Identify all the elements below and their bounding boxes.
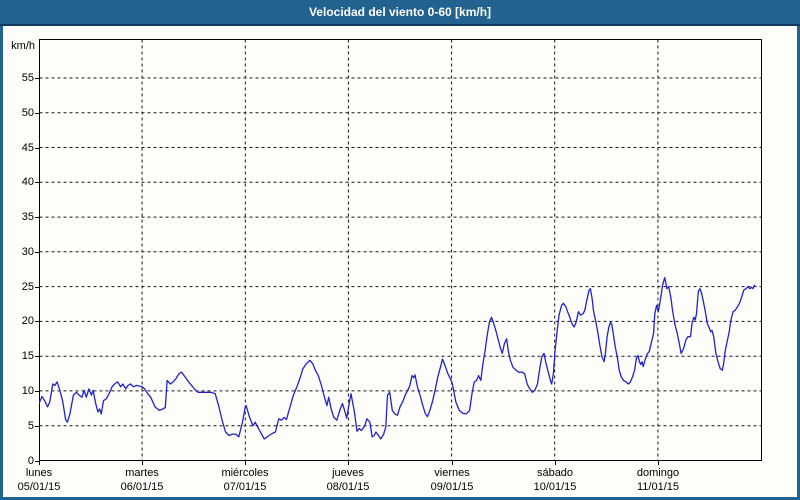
day-name: viernes [400, 466, 504, 480]
x-day-label: sábado10/01/15 [503, 466, 607, 494]
y-axis-unit-label: km/h [5, 39, 35, 53]
y-axis-tick [35, 321, 39, 322]
y-axis-tick [35, 391, 39, 392]
y-tick-label: 45 [6, 141, 34, 155]
y-axis-tick [35, 252, 39, 253]
y-tick-label: 35 [6, 210, 34, 224]
day-name: jueves [296, 466, 400, 480]
y-axis-tick [35, 148, 39, 149]
day-date: 06/01/15 [90, 480, 194, 494]
y-tick-label: 20 [6, 314, 34, 328]
day-name: domingo [606, 466, 710, 480]
plot-border [40, 40, 762, 461]
y-axis-tick [35, 113, 39, 114]
wind-speed-line [39, 278, 755, 439]
plot-area [39, 39, 762, 461]
x-day-label: lunes05/01/15 [0, 466, 91, 494]
day-date: 11/01/15 [606, 480, 710, 494]
y-axis-tick [35, 182, 39, 183]
y-tick-label: 30 [6, 245, 34, 259]
day-name: miércoles [193, 466, 297, 480]
day-date: 09/01/15 [400, 480, 504, 494]
x-day-label: martes06/01/15 [90, 466, 194, 494]
y-tick-label: 15 [6, 349, 34, 363]
y-tick-label: 40 [6, 175, 34, 189]
x-axis-tick [142, 461, 143, 465]
x-axis-tick [245, 461, 246, 465]
x-axis-tick [555, 461, 556, 465]
x-day-label: jueves08/01/15 [296, 466, 400, 494]
day-date: 08/01/15 [296, 480, 400, 494]
x-axis-tick [348, 461, 349, 465]
day-name: sábado [503, 466, 607, 480]
y-tick-label: 5 [6, 419, 34, 433]
y-tick-label: 10 [6, 384, 34, 398]
y-tick-label: 25 [6, 280, 34, 294]
x-axis-tick [39, 461, 40, 465]
day-name: lunes [0, 466, 91, 480]
y-tick-label: 50 [6, 106, 34, 120]
y-axis-tick [35, 426, 39, 427]
day-date: 07/01/15 [193, 480, 297, 494]
day-date: 05/01/15 [0, 480, 91, 494]
window-border-left [0, 26, 3, 500]
x-day-label: miércoles07/01/15 [193, 466, 297, 494]
x-day-label: viernes09/01/15 [400, 466, 504, 494]
y-axis-tick [35, 287, 39, 288]
app-window: Velocidad del viento 0-60 [km/h] km/h 05… [0, 0, 800, 500]
x-day-label: domingo11/01/15 [606, 466, 710, 494]
day-name: martes [90, 466, 194, 480]
y-tick-label: 55 [6, 71, 34, 85]
chart-title: Velocidad del viento 0-60 [km/h] [309, 5, 491, 19]
chart-title-bar[interactable]: Velocidad del viento 0-60 [km/h] [0, 0, 800, 26]
day-date: 10/01/15 [503, 480, 607, 494]
y-axis-tick [35, 217, 39, 218]
y-axis-tick [35, 356, 39, 357]
wind-line-chart [39, 39, 762, 461]
grid-lines [40, 40, 762, 461]
x-axis-tick [658, 461, 659, 465]
x-axis-tick [452, 461, 453, 465]
y-axis-tick [35, 78, 39, 79]
